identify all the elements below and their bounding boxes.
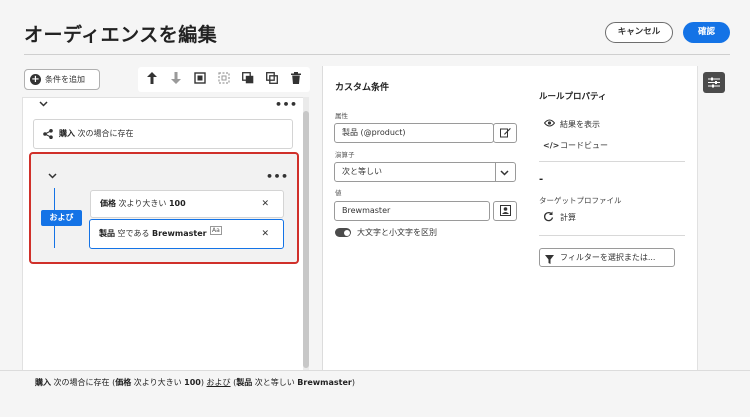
header-divider bbox=[24, 54, 730, 55]
view-results-link[interactable]: 結果を表示 bbox=[560, 119, 600, 130]
rule-toolbar bbox=[138, 67, 310, 92]
remove-product-condition-icon[interactable]: ✕ bbox=[261, 220, 269, 248]
filter-select-label: フィルターを選択または... bbox=[560, 253, 656, 262]
target-profile-label: ターゲットプロファイル bbox=[539, 196, 622, 205]
copy-icon[interactable] bbox=[264, 72, 279, 87]
add-condition-label: 条件を追加 bbox=[45, 75, 85, 84]
value-picker-button[interactable] bbox=[493, 201, 517, 221]
plus-circle-icon: + bbox=[30, 74, 41, 85]
operator-select[interactable]: 次と等しい bbox=[334, 162, 516, 182]
filter-icon bbox=[545, 253, 554, 270]
cancel-button[interactable]: キャンセル bbox=[605, 22, 673, 43]
attribute-field[interactable]: 製品 (@product) bbox=[334, 123, 494, 143]
share-icon bbox=[43, 129, 53, 142]
group-icon[interactable] bbox=[192, 72, 207, 87]
and-operator-badge[interactable]: および bbox=[41, 210, 82, 226]
confirm-button[interactable]: 確認 bbox=[683, 22, 730, 43]
edit-attribute-button[interactable] bbox=[493, 123, 517, 143]
value-text: Brewmaster bbox=[342, 206, 391, 215]
group-more-icon[interactable]: ••• bbox=[266, 170, 289, 183]
rule-properties-title: ルールプロパティ bbox=[539, 92, 607, 102]
purchase-condition-text: 購入 次の場合に存在 bbox=[59, 129, 134, 138]
case-sensitive-toggle[interactable] bbox=[335, 228, 351, 237]
duplicate-icon[interactable] bbox=[240, 72, 255, 87]
eye-icon bbox=[543, 119, 556, 130]
edit-icon bbox=[499, 128, 511, 138]
sliders-icon bbox=[708, 77, 720, 88]
summary-and-link[interactable]: および bbox=[207, 378, 231, 387]
case-sensitive-badge: Aa bbox=[210, 226, 222, 235]
value-input[interactable]: Brewmaster bbox=[334, 201, 490, 221]
add-condition-button[interactable]: + 条件を追加 bbox=[24, 69, 100, 90]
ungroup-icon[interactable] bbox=[216, 72, 231, 87]
collapse-root-chevron-icon[interactable] bbox=[39, 100, 48, 110]
attribute-label: 属性 bbox=[335, 112, 348, 120]
right-divider-2 bbox=[539, 235, 685, 236]
attribute-value: 製品 (@product) bbox=[342, 128, 406, 137]
right-divider-1 bbox=[539, 161, 685, 162]
price-condition-card[interactable]: 価格 次より大きい 100 ✕ bbox=[90, 190, 284, 218]
tree-scrollbar-thumb[interactable] bbox=[303, 111, 309, 368]
rule-summary: 購入 次の場合に存在 (価格 次より大きい 100) および (製品 次と等しい… bbox=[35, 378, 355, 387]
case-sensitive-label: 大文字と小文字を区別 bbox=[357, 228, 437, 237]
purchase-condition-card[interactable]: 購入 次の場合に存在 bbox=[33, 119, 293, 149]
page-title: オーディエンスを編集 bbox=[24, 24, 218, 46]
operator-value: 次と等しい bbox=[342, 167, 382, 176]
value-label: 値 bbox=[335, 189, 342, 197]
operator-label: 演算子 bbox=[335, 151, 355, 159]
price-condition-text: 価格 次より大きい 100 bbox=[100, 199, 186, 208]
custom-condition-title: カスタム条件 bbox=[335, 83, 390, 93]
root-more-icon[interactable]: ••• bbox=[275, 98, 298, 111]
code-icon: </> bbox=[543, 141, 560, 150]
operator-select-divider bbox=[495, 162, 496, 182]
filter-select-button[interactable]: フィルターを選択または... bbox=[539, 248, 675, 267]
calculate-link[interactable]: 計算 bbox=[560, 212, 576, 223]
chevron-down-icon[interactable] bbox=[500, 169, 509, 179]
refresh-icon bbox=[543, 211, 554, 225]
delete-icon[interactable] bbox=[288, 72, 303, 87]
remove-price-condition-icon[interactable]: ✕ bbox=[261, 191, 269, 217]
profile-count: - bbox=[539, 174, 544, 185]
toggle-knob bbox=[344, 229, 350, 236]
product-condition-card[interactable]: 製品 空である Brewmaster Aa ✕ bbox=[89, 219, 284, 249]
code-view-link[interactable]: コードビュー bbox=[560, 140, 608, 151]
person-card-icon bbox=[499, 205, 511, 216]
settings-toggle-button[interactable] bbox=[703, 72, 725, 93]
move-up-icon[interactable] bbox=[144, 72, 159, 87]
panel-divider bbox=[697, 66, 698, 396]
collapse-group-chevron-icon[interactable] bbox=[48, 172, 57, 182]
product-condition-text: 製品 空である Brewmaster bbox=[99, 229, 207, 238]
move-down-icon[interactable] bbox=[168, 72, 183, 87]
